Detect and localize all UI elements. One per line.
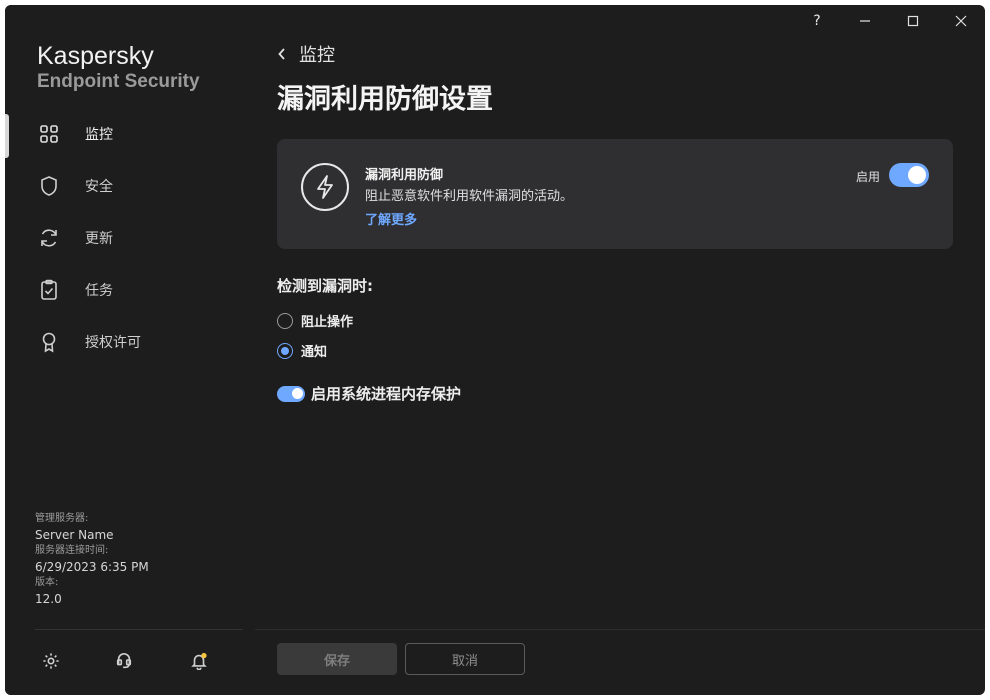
clipboard-icon	[38, 279, 60, 301]
sidebar-item-label: 监控	[85, 127, 113, 143]
learn-more-link[interactable]: 了解更多	[365, 209, 417, 228]
support-icon	[116, 653, 132, 669]
sidebar-item-label: 安全	[85, 179, 113, 195]
option-label: 通知	[301, 345, 328, 360]
sidebar-item-label: 任务	[85, 283, 113, 299]
memory-protection-label: 启用系统进程内存保护	[311, 385, 462, 403]
sidebar-item-license[interactable]: 授权许可	[5, 316, 255, 368]
bell-icon	[191, 652, 207, 670]
section-title: 检测到漏洞时:	[277, 277, 373, 295]
radio-block-action[interactable]	[277, 312, 293, 329]
save-button[interactable]: 保存	[277, 643, 397, 675]
connection-time-label: 服务器连接时间:	[35, 545, 109, 556]
radio-notify[interactable]	[277, 342, 293, 359]
brand-product: Endpoint Security	[37, 71, 200, 92]
lightning-icon	[301, 163, 349, 211]
app-window: Kaspersky Endpoint Security 监控 安全 更新 任务 …	[5, 5, 985, 695]
memory-protection-toggle[interactable]	[277, 385, 305, 402]
brand: Kaspersky Endpoint Security	[37, 41, 200, 93]
license-icon	[38, 331, 60, 353]
connection-time-value: 6/29/2023 6:35 PM	[35, 560, 149, 574]
option-notify[interactable]: 通知	[277, 341, 327, 360]
exploit-prevention-toggle[interactable]	[889, 163, 929, 187]
option-block-action[interactable]: 阻止操作	[277, 311, 353, 330]
sidebar-item-update[interactable]: 更新	[5, 212, 255, 264]
back-button[interactable]: 监控	[277, 41, 335, 67]
sidebar-item-monitoring[interactable]: 监控	[5, 108, 255, 160]
settings-button[interactable]	[39, 649, 63, 673]
version-value: 12.0	[35, 592, 62, 606]
dashboard-icon	[38, 123, 60, 145]
support-button[interactable]	[112, 649, 136, 673]
enable-toggle-label: 启用	[856, 170, 881, 184]
sidebar-divider	[35, 629, 243, 630]
footer-divider	[255, 629, 985, 630]
sidebar-bottom-bar	[5, 645, 255, 677]
option-label: 阻止操作	[301, 315, 354, 330]
sidebar-nav: 监控 安全 更新 任务 授权许可	[5, 108, 255, 368]
admin-server-label: 管理服务器:	[35, 513, 89, 524]
notifications-button[interactable]	[187, 649, 211, 673]
brand-name: Kaspersky	[37, 42, 154, 70]
refresh-icon	[38, 227, 60, 249]
card-title: 漏洞利用防御	[365, 168, 444, 183]
cancel-button[interactable]: 取消	[405, 643, 525, 675]
gear-icon	[43, 653, 59, 669]
sidebar-item-tasks[interactable]: 任务	[5, 264, 255, 316]
sidebar-item-label: 更新	[85, 231, 113, 247]
sidebar-item-security[interactable]: 安全	[5, 160, 255, 212]
exploit-prevention-card: 漏洞利用防御 阻止恶意软件利用软件漏洞的活动。 了解更多 启用	[277, 139, 953, 249]
shield-icon	[38, 175, 60, 197]
version-label: 版本:	[35, 577, 59, 588]
page-title: 漏洞利用防御设置	[277, 84, 493, 115]
server-info: 管理服务器: Server Name 服务器连接时间: 6/29/2023 6:…	[35, 511, 149, 607]
sidebar: Kaspersky Endpoint Security 监控 安全 更新 任务 …	[5, 5, 255, 695]
card-description: 阻止恶意软件利用软件漏洞的活动。	[365, 189, 574, 204]
memory-protection-row: 启用系统进程内存保护	[277, 383, 461, 404]
admin-server-value: Server Name	[35, 528, 114, 542]
back-label: 监控	[299, 45, 335, 66]
main-content: 监控 漏洞利用防御设置 漏洞利用防御 阻止恶意软件利用软件漏洞的活动。 了解更多…	[255, 5, 985, 695]
chevron-left-icon	[278, 48, 285, 60]
sidebar-item-label: 授权许可	[85, 335, 141, 351]
